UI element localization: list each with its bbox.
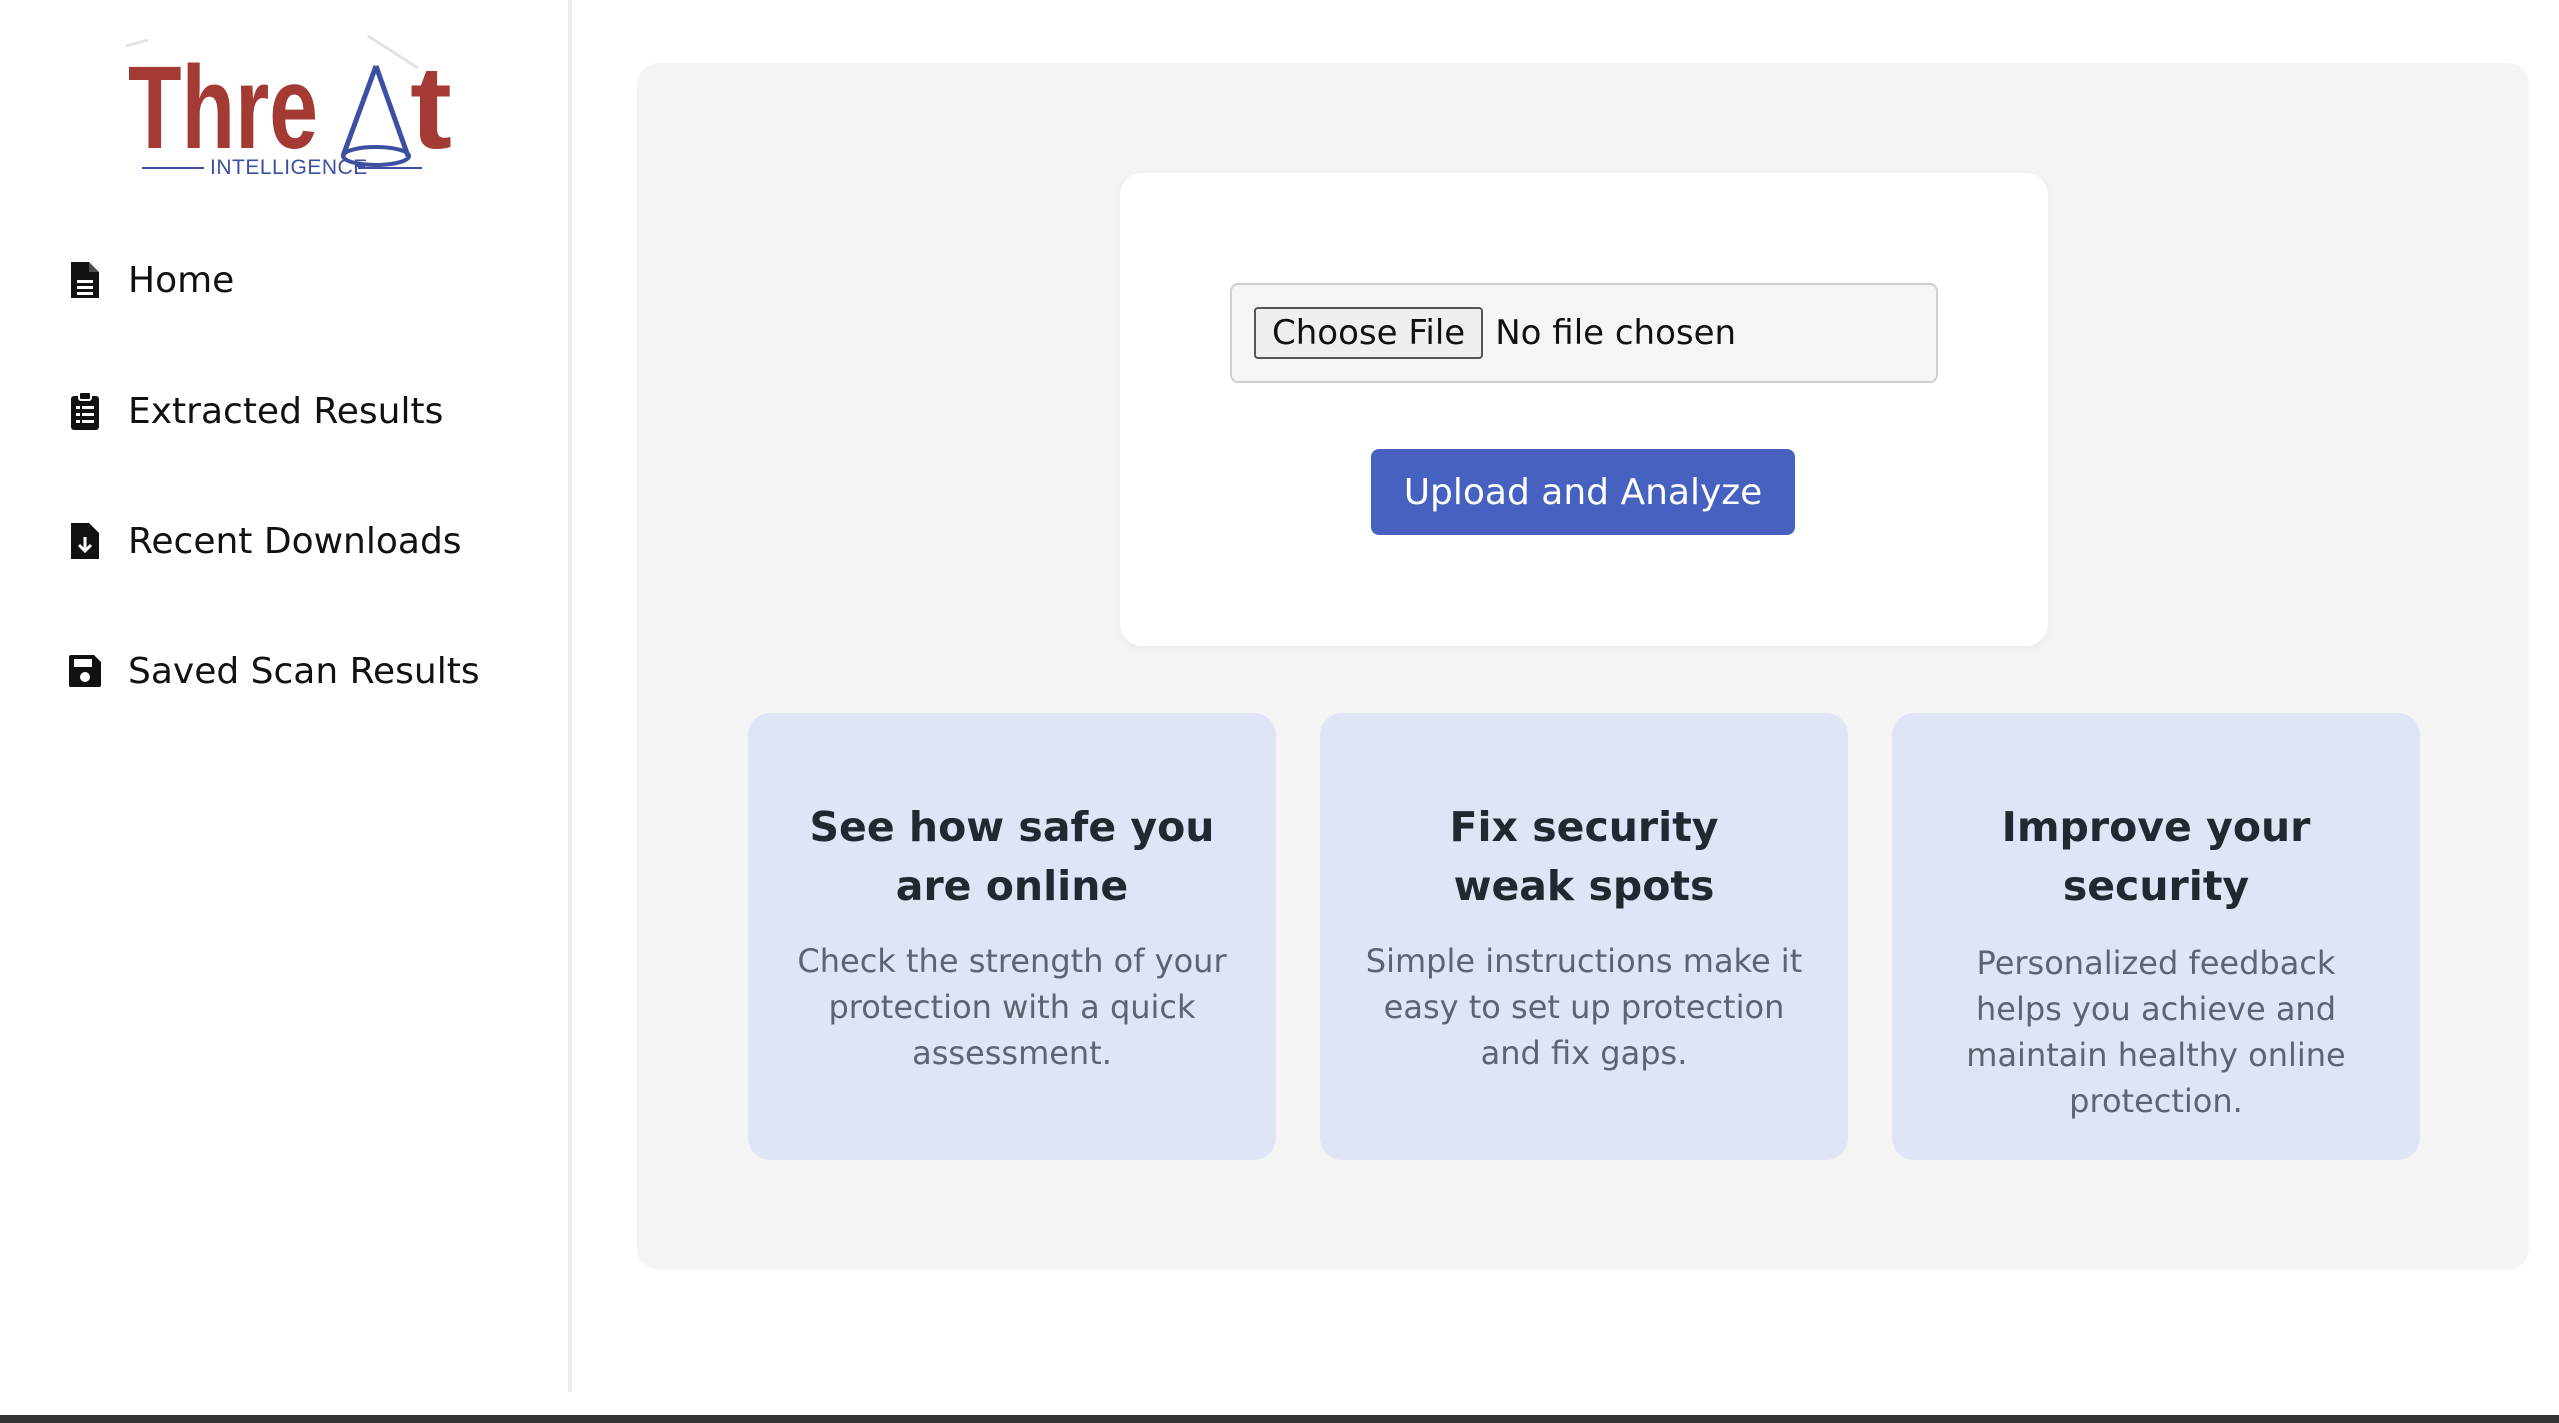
app-root: Thre t INTELLIGENCE Home Extracted Resul…	[0, 0, 2559, 1423]
sidebar-item-extracted-results[interactable]: Extracted Results	[66, 383, 443, 439]
window-bottom-edge	[0, 1415, 2559, 1423]
threat-intelligence-logo[interactable]: Thre t INTELLIGENCE	[118, 28, 458, 193]
sidebar-item-label: Saved Scan Results	[128, 650, 480, 692]
feature-card: Improve your security Personalized feedb…	[1892, 713, 2420, 1160]
svg-text:t: t	[410, 42, 452, 174]
logo-subtitle: INTELLIGENCE	[210, 156, 368, 179]
upload-and-analyze-button[interactable]: Upload and Analyze	[1371, 449, 1795, 535]
clipboard-list-icon	[66, 390, 104, 432]
sidebar-item-label: Home	[128, 259, 235, 301]
main-panel: Choose File No file chosen Upload and An…	[637, 63, 2529, 1270]
file-status-text: No file chosen	[1495, 313, 1737, 353]
file-download-icon	[66, 520, 104, 562]
choose-file-button[interactable]: Choose File	[1254, 307, 1484, 359]
floppy-disk-icon	[66, 650, 104, 692]
sidebar-item-label: Extracted Results	[128, 390, 444, 432]
sidebar-item-label: Recent Downloads	[128, 520, 462, 562]
svg-text:Thre: Thre	[128, 42, 318, 174]
feature-title: Fix security weak spots	[1449, 803, 1719, 910]
feature-card: See how safe you are online Check the st…	[748, 713, 1276, 1160]
sidebar-item-recent-downloads[interactable]: Recent Downloads	[66, 513, 462, 569]
feature-title: See how safe you are online	[809, 803, 1215, 910]
sidebar-item-home[interactable]: Home	[66, 252, 234, 308]
sidebar-item-saved-scan-results[interactable]: Saved Scan Results	[66, 643, 480, 699]
feature-card: Fix security weak spots Simple instructi…	[1320, 713, 1848, 1160]
file-input[interactable]: Choose File No file chosen	[1230, 283, 1938, 383]
feature-description: Check the strength of your protection wi…	[797, 942, 1227, 1072]
upload-card: Choose File No file chosen Upload and An…	[1120, 173, 2048, 646]
feature-description: Personalized feedback helps you achieve …	[1966, 944, 2346, 1120]
document-icon	[66, 259, 104, 301]
feature-title: Improve your security	[2001, 803, 2311, 910]
sidebar: Thre t INTELLIGENCE Home Extracted Resul…	[0, 0, 572, 1392]
feature-description: Simple instructions make it easy to set …	[1365, 942, 1803, 1072]
